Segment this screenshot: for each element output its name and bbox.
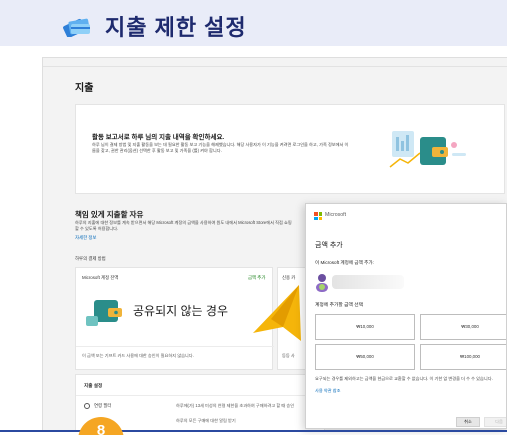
next-button[interactable]: 다음 [484, 417, 506, 427]
credit-card-footer: 등등 사 [282, 353, 295, 358]
add-money-link[interactable]: 금액 추가 [248, 275, 265, 281]
amount-option-30000[interactable]: ₩30,000 [420, 314, 506, 340]
dialog-note: 요구되는 경우를 제외하고는 금액을 현금으로 교환할 수 없습니다. 이 기한… [315, 376, 493, 381]
banner-title: 지출 제한 설정 [105, 15, 247, 40]
balance-title: Microsoft 계정 잔액 [82, 275, 119, 280]
learn-more-link[interactable]: 자세한 정보 [75, 235, 96, 241]
activity-report-card: 활동 보고서로 하루 님의 지출 내역을 확인하세요. 하루 님이 결제 방법 … [75, 104, 505, 194]
settings-divider [76, 395, 326, 396]
section-description: 하루의 지출에 대한 정보를 계속 받으면서 해당 Microsoft 계정의 … [75, 220, 292, 231]
tutorial-banner: 지출 제한 설정 [0, 0, 507, 46]
card-stack-icon [63, 18, 90, 37]
info-body: 하루 님이 결제 방법 및 지출 활동을 보는 데 필요한 활동 보고 기능을 … [92, 142, 349, 153]
info-heading: 활동 보고서로 하루 님의 지출 내역을 확인하세요. [92, 134, 225, 141]
add-money-dialog: Microsoft 금액 추가 이 Microsoft 계정에 금액 추가: 계… [305, 203, 507, 429]
purchase-alert-description: 하루의 모든 구매에 대한 알림 받기 [176, 418, 236, 423]
cancel-button[interactable]: 취소 [456, 417, 480, 427]
age-filter-radio[interactable] [84, 403, 90, 409]
settings-title: 지출 설정 [84, 383, 103, 388]
terms-link[interactable]: 사용 약관 참조 [315, 388, 340, 394]
not-shared-caption: 공유되지 않는 경우 [133, 304, 228, 318]
dialog-title: 금액 추가 [315, 242, 343, 249]
account-name-redacted [332, 275, 404, 289]
age-filter-description: 하루에(가) 13세 미성의 연령 제한을 초과하여 구매하려고 할 때 승인 [176, 403, 295, 408]
header-divider [43, 66, 507, 67]
wallet-icon [86, 300, 122, 326]
credit-card-title: 신용 카 [282, 275, 296, 280]
choose-amount-label: 계정에 추가할 금액 선택 [315, 303, 364, 308]
section-title: 책임 있게 지출할 자유 [75, 210, 144, 219]
amount-option-50000[interactable]: ₩50,000 [315, 344, 415, 370]
microsoft-brand: Microsoft [325, 212, 347, 218]
amount-option-100000[interactable]: ₩100,000 [420, 344, 506, 370]
payment-methods-label: 하루의 결제 방법 [75, 256, 106, 261]
bottom-rule [0, 430, 507, 432]
wallet-chart-illustration [389, 131, 466, 168]
balance-footer: 이 금액 또는 기프트 카드 사용에 대한 승인이 필요하지 않습니다. [82, 353, 194, 358]
card-divider [76, 346, 274, 347]
microsoft-balance-card: Microsoft 계정 잔액 금액 추가 공유되지 않는 경우 이 금액 또는… [75, 267, 274, 370]
dialog-subtitle: 이 Microsoft 계정에 금액 추가: [315, 260, 374, 265]
page-title: 지출 [75, 83, 94, 94]
microsoft-logo-icon [314, 212, 322, 220]
age-filter-label: 연령 필터 [94, 403, 112, 408]
pointer-arrow-icon [253, 285, 301, 341]
step-number: 8 [96, 422, 106, 435]
user-avatar-icon [316, 274, 328, 292]
amount-option-10000[interactable]: ₩10,000 [315, 314, 415, 340]
